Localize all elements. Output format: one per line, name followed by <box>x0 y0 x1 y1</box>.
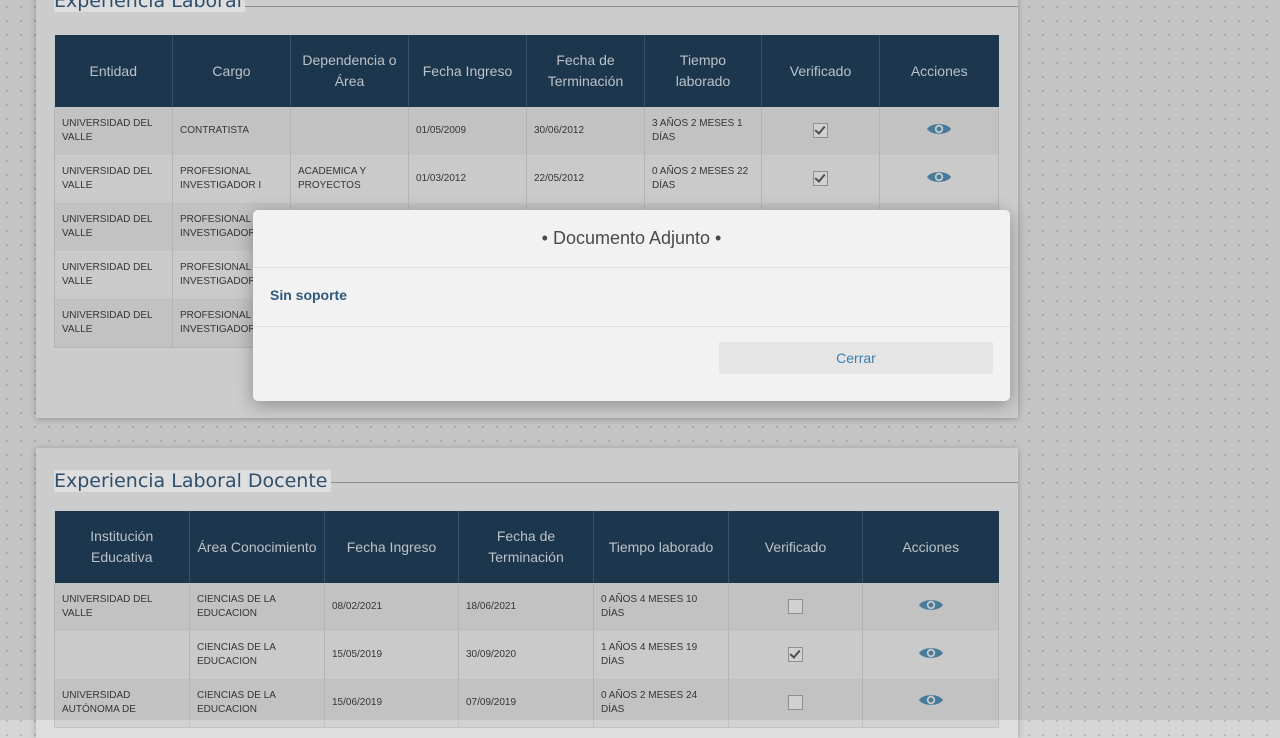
cerrar-button[interactable]: Cerrar <box>719 342 993 374</box>
modal-title: • Documento Adjunto • <box>253 210 1010 268</box>
modal-body: Sin soporte <box>253 268 1010 327</box>
modal-footer: Cerrar <box>253 327 1010 401</box>
sin-soporte-text: Sin soporte <box>270 287 348 303</box>
documento-adjunto-modal: • Documento Adjunto • Sin soporte Cerrar <box>253 210 1010 401</box>
section-title-laboral: Experiencia Laboral <box>54 0 245 12</box>
section-title-docente: Experiencia Laboral Docente <box>54 470 331 492</box>
